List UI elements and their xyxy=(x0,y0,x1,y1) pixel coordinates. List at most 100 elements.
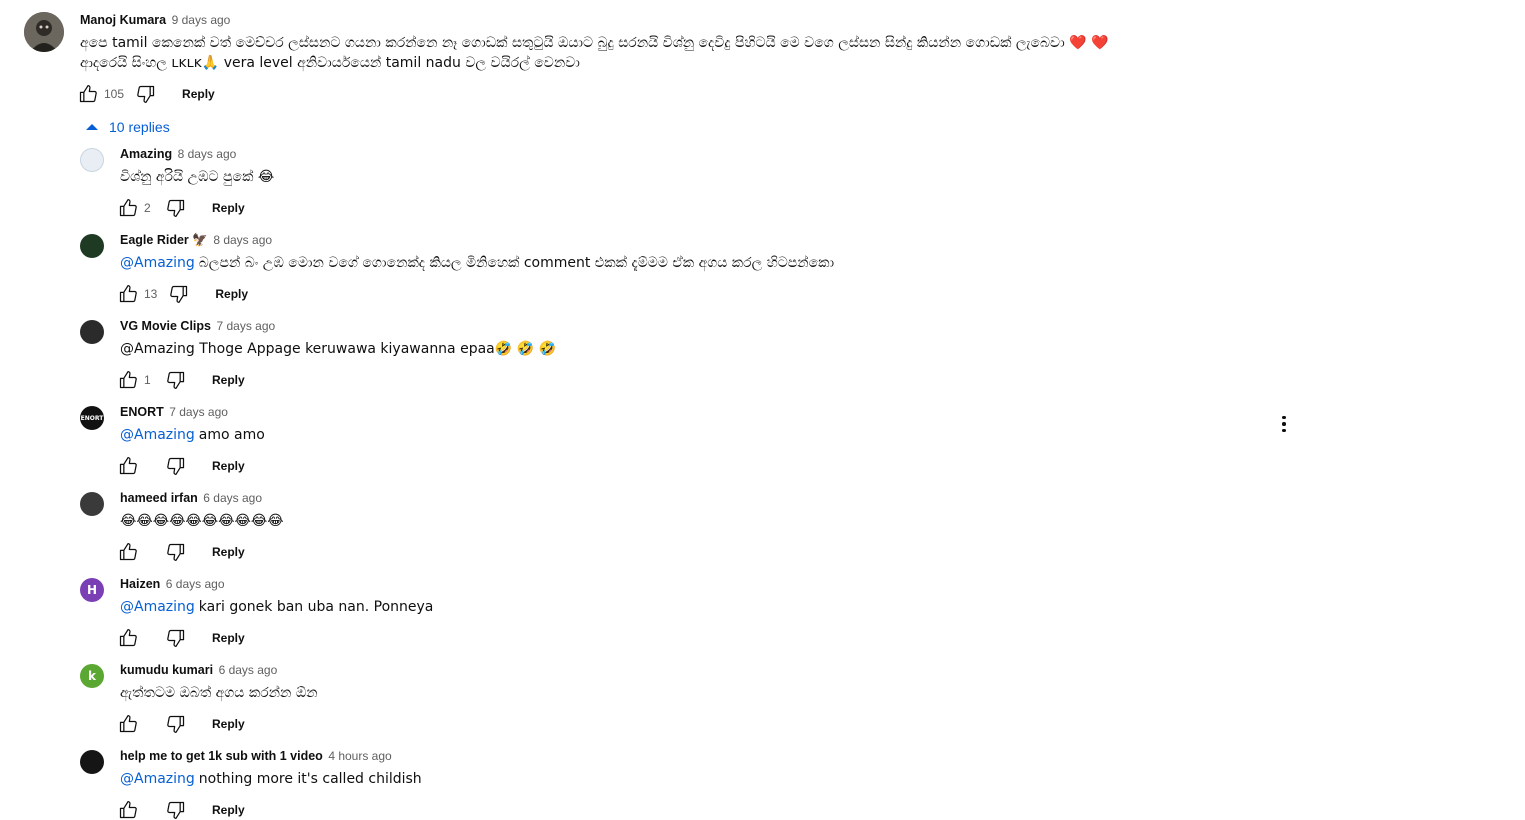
reply-button[interactable]: Reply xyxy=(212,201,245,215)
author-name[interactable]: Manoj Kumara xyxy=(80,13,166,27)
like-count: 13 xyxy=(144,287,158,301)
timestamp[interactable]: 6 days ago xyxy=(203,491,262,505)
author-name[interactable]: help me to get 1k sub with 1 video xyxy=(120,749,323,763)
mention-link[interactable]: @Amazing xyxy=(120,599,195,615)
timestamp[interactable]: 8 days ago xyxy=(178,147,237,161)
comment-text: 😂😂😂😂😂😂😂😂😂😂 xyxy=(120,511,284,531)
author-badge: 🦅 xyxy=(192,233,208,247)
like-button[interactable] xyxy=(116,712,140,736)
comment-body: බලපන් බං උඹ මොන වගේ ගොනෙක්ද කියල මිනිහෙක… xyxy=(198,255,835,271)
avatar[interactable] xyxy=(80,148,104,172)
reply-button[interactable]: Reply xyxy=(212,373,245,387)
reply-button[interactable]: Reply xyxy=(215,287,248,301)
dislike-button[interactable] xyxy=(164,368,188,392)
comment-header: VG Movie Clips 7 days ago xyxy=(120,319,275,333)
avatar[interactable]: ENORT xyxy=(80,406,104,430)
like-button[interactable] xyxy=(116,798,140,820)
author-name[interactable]: kumudu kumari xyxy=(120,663,213,677)
dislike-button[interactable] xyxy=(164,626,188,650)
reply-button[interactable]: Reply xyxy=(212,803,245,817)
avatar[interactable] xyxy=(80,234,104,258)
author-name[interactable]: Eagle Rider xyxy=(120,233,189,247)
comment-text: @Amazing amo amo xyxy=(120,425,265,445)
timestamp[interactable]: 7 days ago xyxy=(169,405,228,419)
mention-link[interactable]: @Amazing xyxy=(120,427,195,443)
comment-header: Haizen 6 days ago xyxy=(120,577,225,591)
thumbs-down-icon xyxy=(167,801,185,819)
author-name[interactable]: ENORT xyxy=(120,405,164,419)
timestamp[interactable]: 4 hours ago xyxy=(328,749,391,763)
dislike-button[interactable] xyxy=(164,798,188,820)
more-actions-icon[interactable] xyxy=(1274,412,1294,436)
like-button[interactable] xyxy=(116,196,140,220)
dislike-button[interactable] xyxy=(164,712,188,736)
mention-link[interactable]: @Amazing xyxy=(120,771,195,787)
timestamp[interactable]: 6 days ago xyxy=(166,577,225,591)
avatar[interactable]: H xyxy=(80,578,104,602)
dislike-button[interactable] xyxy=(134,82,158,106)
comment-header: hameed irfan 6 days ago xyxy=(120,491,262,505)
dislike-button[interactable] xyxy=(167,282,191,306)
thumbs-down-icon xyxy=(137,85,155,103)
caret-up-icon xyxy=(86,124,98,130)
author-name[interactable]: Amazing xyxy=(120,147,172,161)
comment-actions: Reply xyxy=(116,454,245,478)
comment-actions: 1 Reply xyxy=(116,368,245,392)
comment-header: ENORT 7 days ago xyxy=(120,405,228,419)
like-count: 2 xyxy=(144,201,151,215)
comment-text: ඇත්තටම ඔබත් අගය කරන්න ඕන xyxy=(120,683,318,703)
avatar[interactable] xyxy=(24,12,64,52)
avatar-initial: H xyxy=(86,583,98,597)
comment-actions: Reply xyxy=(116,540,245,564)
comment-text-line-2: ආදරෙයි සිංහල ʟᴋʟᴋ🙏 vera level අනිවාර්යයෙ… xyxy=(80,55,580,71)
thumbs-down-icon xyxy=(167,199,185,217)
reply-button[interactable]: Reply xyxy=(212,545,245,559)
timestamp[interactable]: 7 days ago xyxy=(216,319,275,333)
comment-text: @Amazing kari gonek ban uba nan. Ponneya xyxy=(120,597,433,617)
reply-button[interactable]: Reply xyxy=(212,459,245,473)
like-button[interactable] xyxy=(116,368,140,392)
timestamp[interactable]: 6 days ago xyxy=(219,663,278,677)
like-button[interactable] xyxy=(116,540,140,564)
avatar[interactable]: k xyxy=(80,664,104,688)
dislike-button[interactable] xyxy=(164,454,188,478)
comment-actions: 105 Reply xyxy=(76,82,215,106)
reply-button[interactable]: Reply xyxy=(212,631,245,645)
comment-body: විශ්නු අරියි උඹට පුකේ 😂 xyxy=(120,169,275,185)
author-name[interactable]: Haizen xyxy=(120,577,160,591)
avatar[interactable] xyxy=(80,320,104,344)
thumbs-up-icon xyxy=(79,85,97,103)
comment-header: Manoj Kumara 9 days ago xyxy=(80,13,230,27)
comment-header: kumudu kumari 6 days ago xyxy=(120,663,277,677)
like-button[interactable] xyxy=(116,282,140,306)
avatar[interactable] xyxy=(80,750,104,774)
comment-header: Amazing 8 days ago xyxy=(120,147,236,161)
comment-actions: Reply xyxy=(116,712,245,736)
avatar[interactable] xyxy=(80,492,104,516)
like-button[interactable] xyxy=(116,626,140,650)
author-name[interactable]: hameed irfan xyxy=(120,491,198,505)
author-name[interactable]: VG Movie Clips xyxy=(120,319,211,333)
timestamp[interactable]: 8 days ago xyxy=(213,233,272,247)
reply-button[interactable]: Reply xyxy=(182,87,215,101)
comment-actions: Reply xyxy=(116,798,245,820)
timestamp[interactable]: 9 days ago xyxy=(172,13,231,27)
thumbs-down-icon xyxy=(167,715,185,733)
like-button[interactable] xyxy=(116,454,140,478)
comment-text: @Amazing Thoge Appage keruwawa kiyawanna… xyxy=(120,339,556,359)
thumbs-up-icon xyxy=(119,285,137,303)
reply-button[interactable]: Reply xyxy=(212,717,245,731)
like-button[interactable] xyxy=(76,82,100,106)
dislike-button[interactable] xyxy=(164,196,188,220)
comment-actions: 13 Reply xyxy=(116,282,248,306)
comment-actions: Reply xyxy=(116,626,245,650)
comment-header: Eagle Rider 🦅 8 days ago xyxy=(120,233,272,248)
hide-replies-toggle[interactable]: 10 replies xyxy=(80,116,170,138)
thumbs-down-icon xyxy=(167,629,185,647)
thumbs-up-icon xyxy=(119,371,137,389)
avatar-photo-icon xyxy=(24,12,64,52)
dislike-button[interactable] xyxy=(164,540,188,564)
comment-body: kari gonek ban uba nan. Ponneya xyxy=(198,599,434,615)
comment-body: amo amo xyxy=(198,427,265,443)
mention-link[interactable]: @Amazing xyxy=(120,255,195,271)
